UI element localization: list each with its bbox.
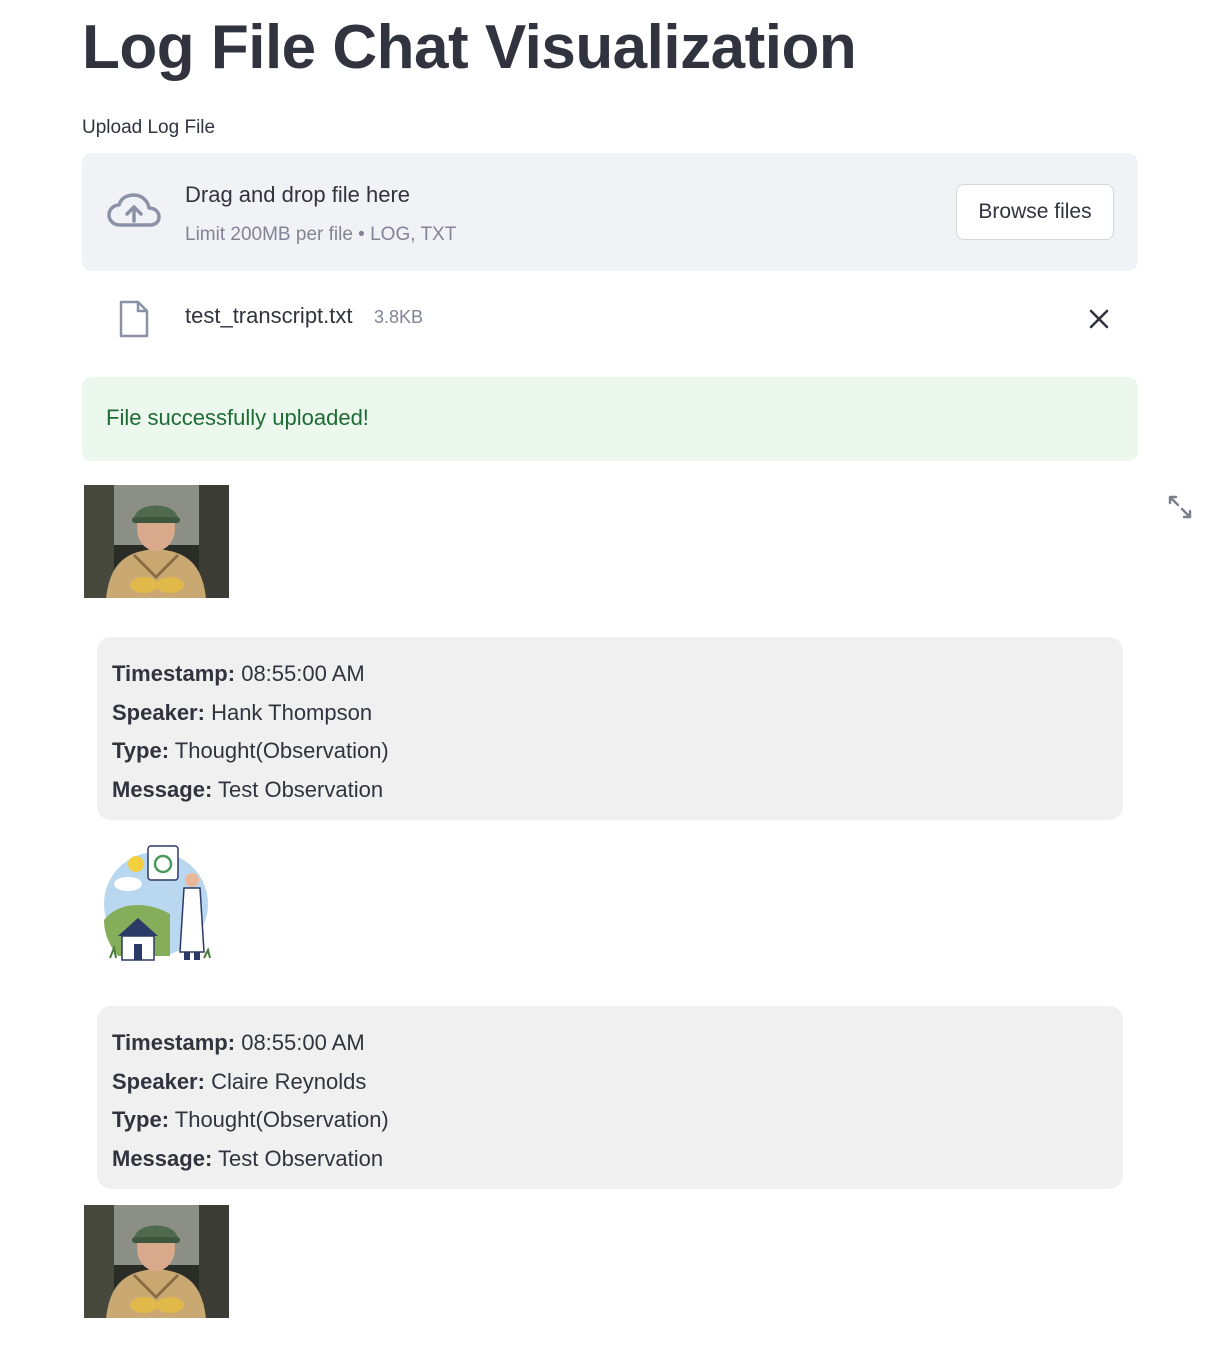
message-timestamp: Timestamp: 08:55:00 AM [112,1030,365,1055]
dropzone-subtitle: Limit 200MB per file • LOG, TXT [185,224,457,245]
fullscreen-expand-icon[interactable] [1167,494,1193,520]
message-text: Message: Test Observation [112,1145,384,1171]
message-type: Type: Thought(Observation) [112,738,389,763]
message-speaker: Speaker: Hank Thompson [112,699,373,725]
scientist-house-illustration-icon [100,840,220,964]
speaker-avatar-illustration [100,840,220,964]
message-card: Timestamp: 08:55:00 AM Speaker: Claire R… [97,1006,1123,1189]
page-title: Log File Chat Visualization [82,13,857,82]
uploaded-file-row: test_transcript.txt 3.8KB [82,290,1138,346]
message-text: Message: Test Observation [112,776,384,802]
remove-file-close-icon[interactable] [1086,306,1112,332]
upload-label: Upload Log File [82,117,216,138]
uploaded-file-name: test_transcript.txt [185,303,353,328]
speaker-avatar-photo [84,485,229,598]
person-photo-icon [84,485,229,598]
message-type: Type: Thought(Observation) [112,1107,389,1132]
success-message: File successfully uploaded! [106,405,369,430]
message-card: Timestamp: 08:55:00 AM Speaker: Hank Tho… [97,637,1123,820]
speaker-avatar-photo [84,1205,229,1318]
cloud-upload-icon [107,193,161,227]
file-dropzone[interactable]: Drag and drop file here Limit 200MB per … [82,153,1138,271]
person-photo-icon [84,1205,229,1318]
file-icon [119,300,149,338]
success-alert: File successfully uploaded! [82,377,1138,461]
uploaded-file-size: 3.8KB [374,307,424,327]
dropzone-title: Drag and drop file here [185,182,411,207]
message-timestamp: Timestamp: 08:55:00 AM [112,661,365,686]
browse-files-button[interactable]: Browse files [956,184,1114,240]
message-speaker: Speaker: Claire Reynolds [112,1068,367,1094]
